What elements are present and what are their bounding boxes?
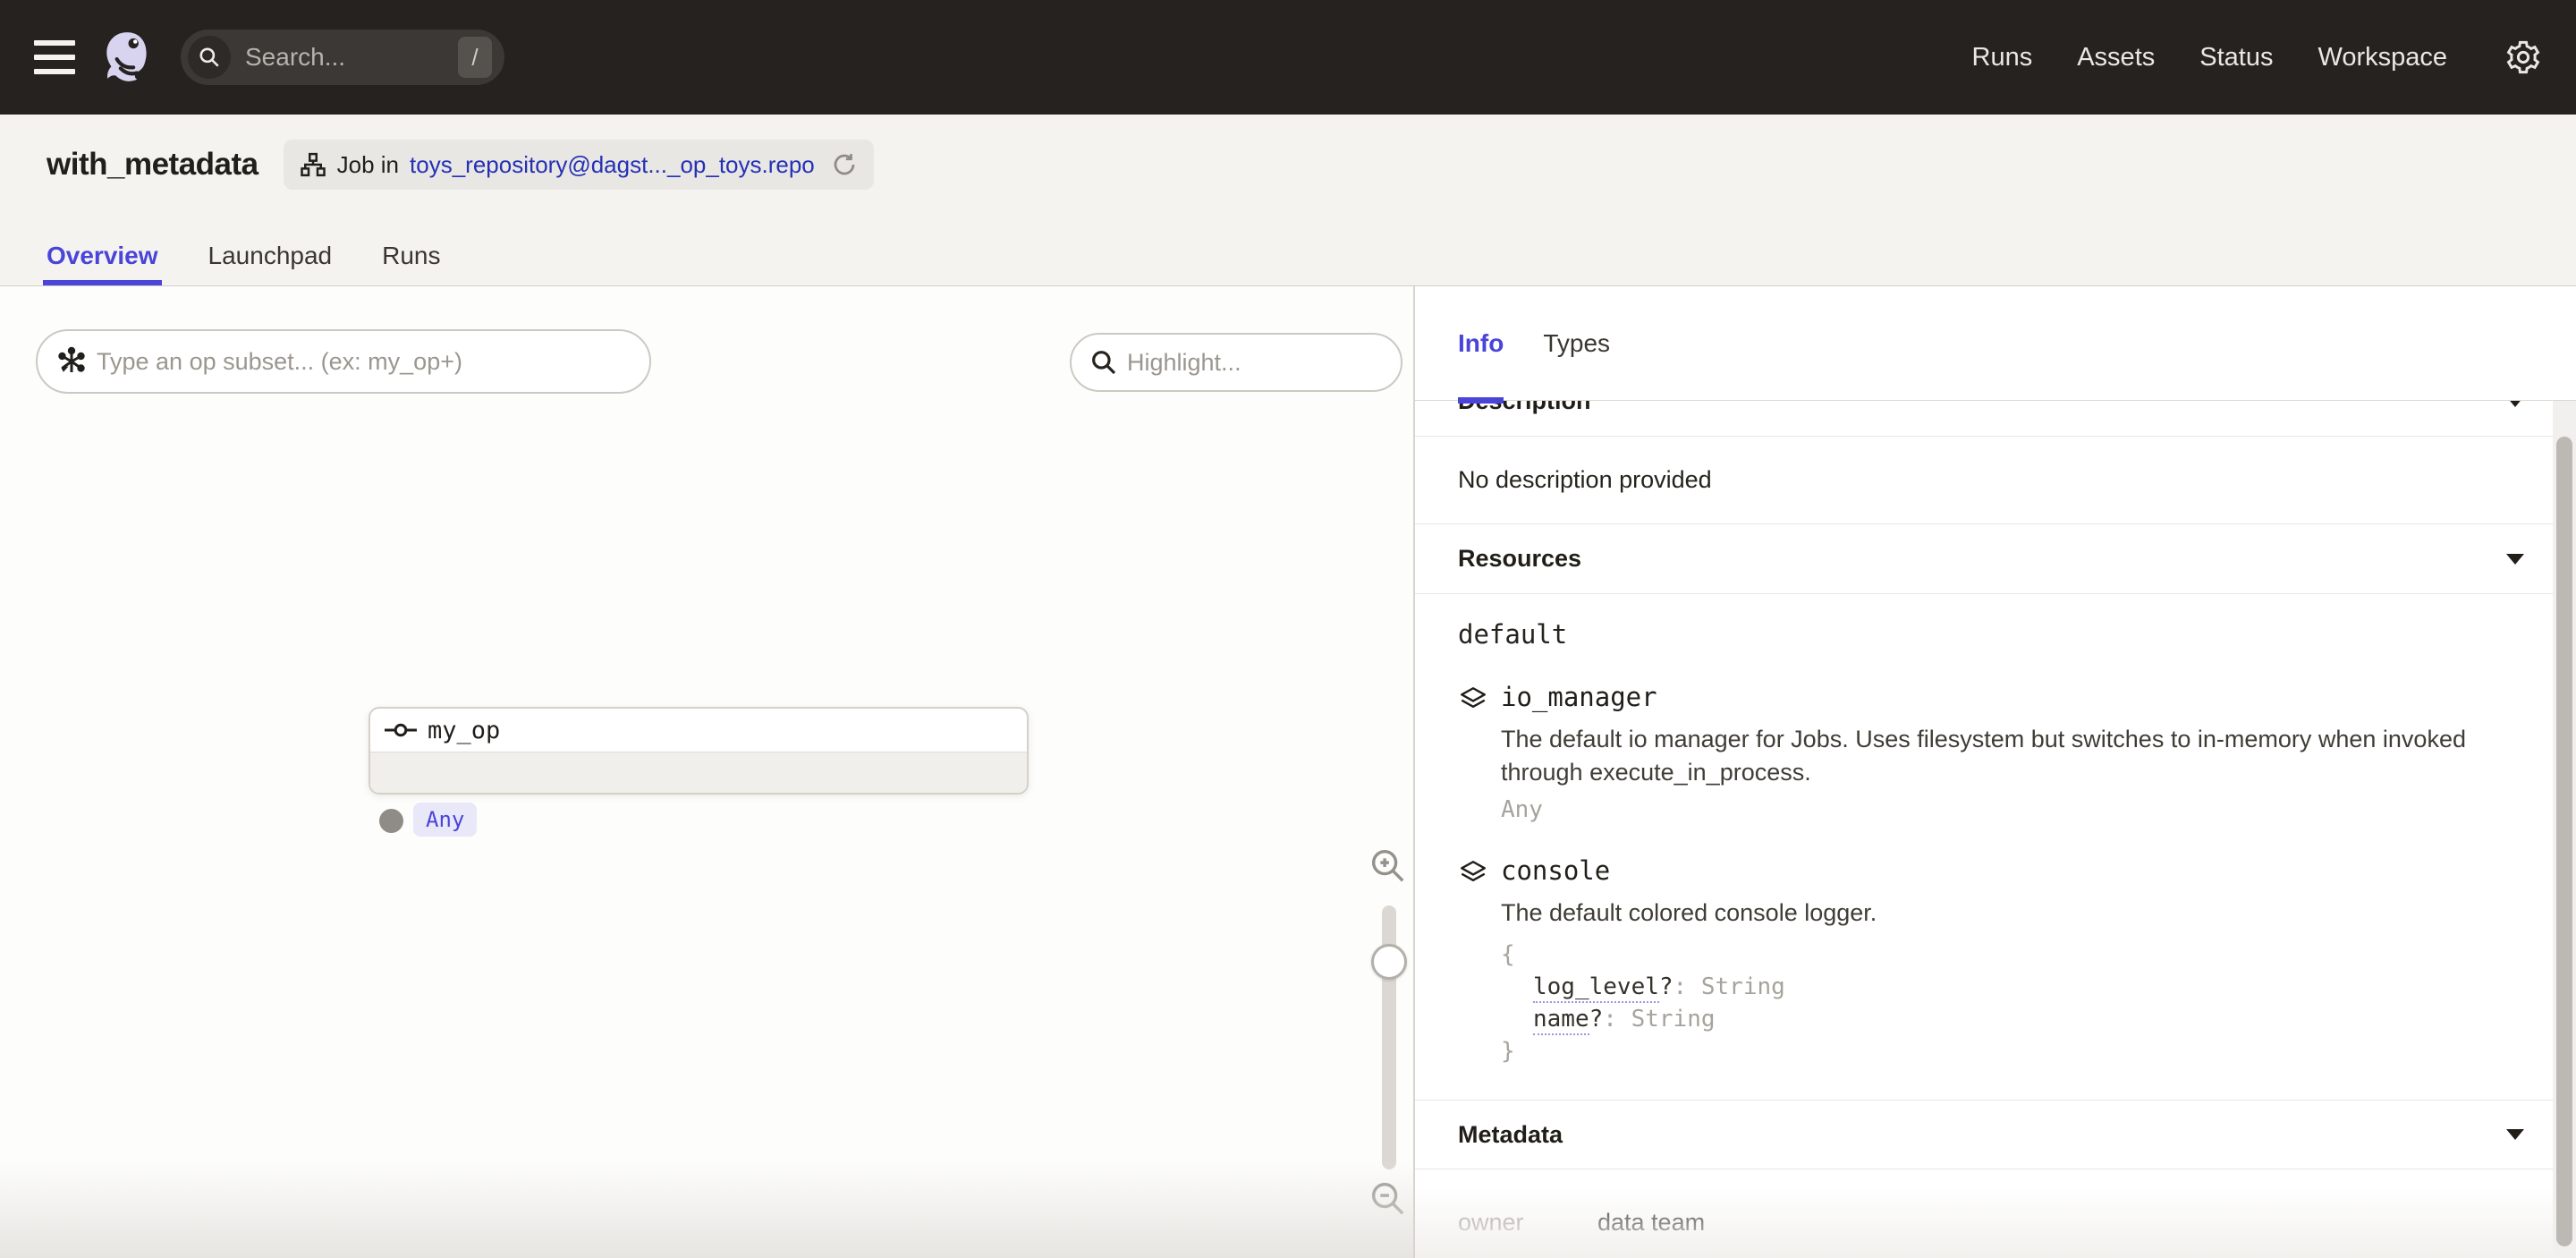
tab-runs[interactable]: Runs: [382, 242, 440, 285]
nav-link-workspace[interactable]: Workspace: [2318, 43, 2447, 72]
resource-group-name: default: [1458, 619, 2504, 650]
scrollbar-thumb[interactable]: [2556, 437, 2572, 1246]
schema-open-brace: {: [1501, 939, 1877, 971]
zoom-out-icon[interactable]: [1367, 1177, 1408, 1219]
tab-types[interactable]: Types: [1543, 286, 1610, 400]
tab-launchpad[interactable]: Launchpad: [208, 242, 333, 285]
resource-description: The default io manager for Jobs. Uses fi…: [1501, 723, 2504, 789]
op-subset-input[interactable]: [38, 331, 649, 392]
layers-icon: [1458, 684, 1488, 823]
schema-field-name[interactable]: name: [1533, 1006, 1589, 1035]
op-subset-input-wrap: [36, 329, 651, 394]
op-node-name: my_op: [428, 717, 500, 744]
job-in-label: Job in: [337, 151, 399, 179]
resource-name: console: [1501, 855, 1877, 886]
schema-field: log_level?: String: [1501, 971, 1877, 1003]
resource-type: Any: [1501, 796, 2504, 823]
highlight-input[interactable]: [1072, 335, 1401, 390]
schema-field-name[interactable]: log_level: [1533, 973, 1659, 1003]
tab-overview[interactable]: Overview: [47, 242, 158, 285]
hamburger-menu-icon[interactable]: [34, 40, 75, 74]
metadata-row-owner: owner data team: [1458, 1209, 2533, 1237]
description-body: No description provided: [1415, 437, 2576, 524]
page-tabs: Overview Launchpad Runs: [47, 242, 2576, 285]
resources-block: default io_manager The default io manage…: [1415, 594, 2576, 1067]
zoom-in-icon[interactable]: [1367, 845, 1408, 886]
output-port-dot: [379, 809, 403, 833]
section-header-metadata[interactable]: Metadata: [1415, 1100, 2576, 1169]
metadata-value: data team: [1597, 1209, 1705, 1237]
layers-icon: [1458, 858, 1488, 1067]
schema-field-type: : String: [1603, 1006, 1715, 1033]
config-schema: { log_level?: String name?: String }: [1501, 939, 1877, 1067]
main-content: my_op Any Info Types D: [0, 286, 2576, 1258]
resources-title: Resources: [1458, 545, 1581, 573]
info-panel-scroll-area: Description No description provided Reso…: [1415, 401, 2576, 1258]
resource-description: The default colored console logger.: [1501, 897, 1877, 930]
nav-link-assets[interactable]: Assets: [2077, 43, 2155, 72]
nav-links: Runs Assets Status Workspace: [1972, 38, 2542, 76]
metadata-table: owner data team link https://dagster.io: [1415, 1169, 2576, 1258]
page-header: with_metadata Job in toys_repository@dag…: [0, 115, 2576, 286]
metadata-key: owner: [1458, 1209, 1597, 1237]
highlight-input-wrap: [1070, 333, 1402, 392]
op-node-config-strip: [370, 752, 1027, 793]
schema-field: name?: String: [1501, 1003, 1877, 1035]
metadata-title: Metadata: [1458, 1121, 1563, 1149]
chevron-down-icon: [2506, 1129, 2524, 1140]
info-panel: Info Types Description No description pr…: [1415, 286, 2576, 1258]
tab-info[interactable]: Info: [1458, 286, 1504, 400]
settings-gear-icon[interactable]: [2504, 38, 2542, 76]
page-title: with_metadata: [47, 147, 258, 183]
op-node-my-op[interactable]: my_op: [369, 707, 1029, 795]
resource-item-console: console The default colored console logg…: [1458, 855, 2504, 1067]
op-selector-icon: [55, 345, 88, 378]
job-graph-icon: [300, 151, 326, 178]
highlight-search-icon: [1089, 348, 1118, 377]
op-icon: [385, 723, 417, 737]
nav-link-runs[interactable]: Runs: [1972, 43, 2033, 72]
info-panel-scrollbar[interactable]: [2553, 401, 2576, 1258]
global-search[interactable]: Search... /: [181, 30, 504, 85]
section-header-description[interactable]: Description: [1415, 401, 2576, 437]
refresh-icon[interactable]: [831, 151, 858, 178]
repository-link[interactable]: toys_repository@dagst..._op_toys.repo: [410, 151, 815, 179]
top-navbar: Search... / Runs Assets Status Workspace: [0, 0, 2576, 115]
nav-link-status[interactable]: Status: [2199, 43, 2273, 72]
chevron-down-icon: [2506, 554, 2524, 565]
search-shortcut-key: /: [458, 37, 492, 78]
op-graph-panel: my_op Any: [0, 286, 1415, 1258]
info-panel-tabs: Info Types: [1415, 286, 2576, 401]
schema-close-brace: }: [1501, 1035, 1877, 1067]
dagster-logo-icon[interactable]: [98, 28, 157, 87]
section-header-resources[interactable]: Resources: [1415, 524, 2576, 594]
zoom-slider-knob[interactable]: [1371, 944, 1407, 980]
output-type-tag[interactable]: Any: [413, 803, 477, 837]
job-location-pill: Job in toys_repository@dagst..._op_toys.…: [284, 140, 874, 190]
search-placeholder: Search...: [245, 43, 345, 72]
search-icon: [188, 36, 231, 79]
schema-field-type: : String: [1674, 973, 1785, 1000]
resource-name: io_manager: [1501, 682, 2504, 712]
resource-item-io-manager: io_manager The default io manager for Jo…: [1458, 682, 2504, 823]
chevron-down-icon: [2506, 401, 2524, 407]
metadata-section: Metadata owner data team link https://da…: [1415, 1100, 2576, 1258]
